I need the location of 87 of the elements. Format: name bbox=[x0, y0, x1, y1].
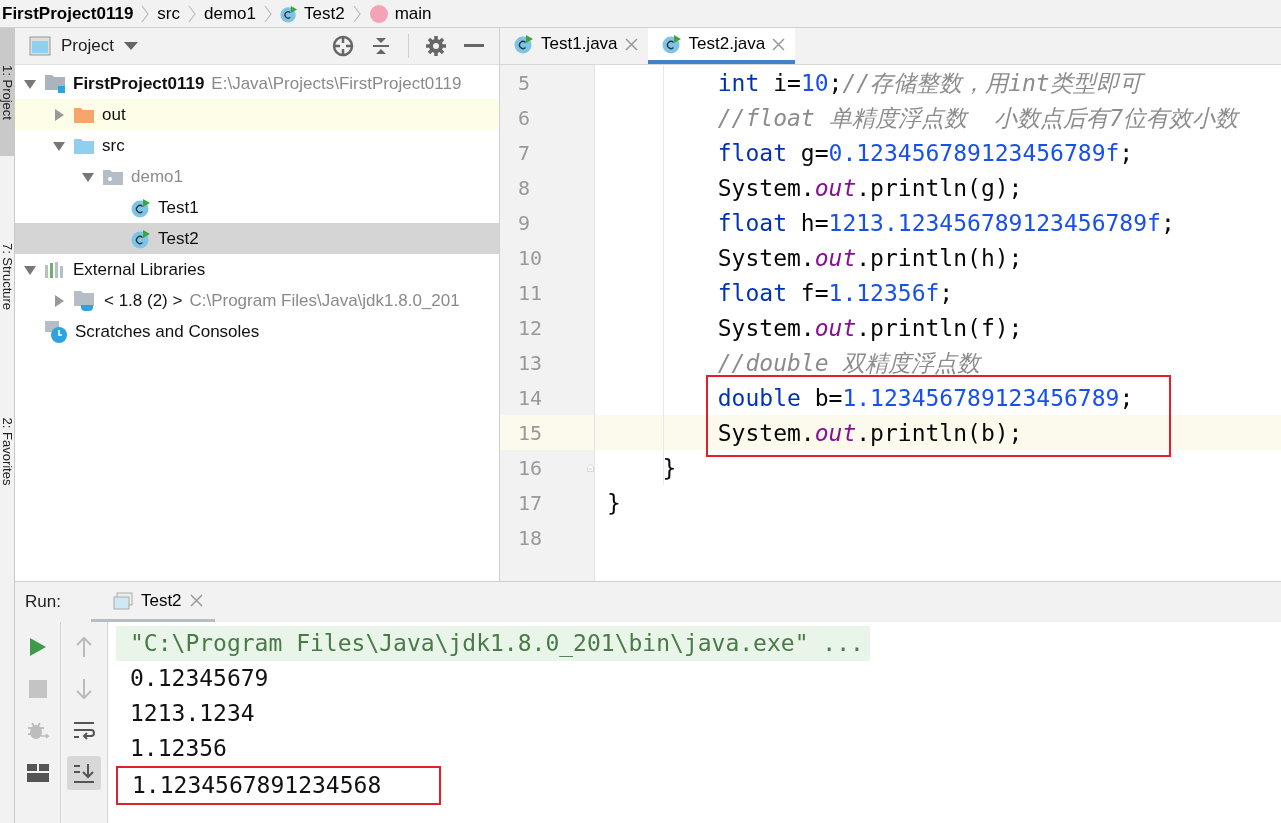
class-icon bbox=[514, 34, 534, 54]
tree-item-label: Test1 bbox=[158, 197, 199, 218]
line-number: 16 bbox=[517, 455, 544, 480]
tree-item[interactable]: FirstProject0119 E:\Java\Projects\FirstProject0119 bbox=[15, 68, 499, 99]
code-line: float f=1.12356f; bbox=[716, 278, 954, 308]
breadcrumb-item[interactable]: Test2 bbox=[280, 4, 345, 23]
libraries-icon bbox=[44, 260, 66, 279]
code-line: } bbox=[661, 453, 677, 483]
tree-item-label: out bbox=[102, 104, 126, 125]
console-icon bbox=[112, 591, 133, 610]
breadcrumb-item[interactable]: src bbox=[157, 4, 181, 23]
code-line: float g=0.123456789123456789f; bbox=[716, 138, 1134, 168]
class-icon bbox=[131, 197, 151, 218]
line-number: 12 bbox=[517, 315, 544, 340]
jdk-folder-icon bbox=[73, 289, 97, 312]
tool-window-tab[interactable]: 7: Structure bbox=[0, 216, 14, 336]
class-icon bbox=[280, 4, 298, 23]
line-number: 6 bbox=[517, 105, 532, 130]
run-label: Run: bbox=[25, 592, 61, 612]
line-number: 14 bbox=[517, 385, 544, 410]
code-line: System.out.println(h); bbox=[716, 243, 1023, 273]
scratches-icon bbox=[44, 319, 68, 344]
output-line: 1.12356 bbox=[129, 734, 228, 763]
project-view-dropdown[interactable]: Project bbox=[29, 36, 138, 56]
tree-item[interactable]: < 1.8 (2) > C:\Program Files\Java\jdk1.8.0_201 bbox=[15, 285, 499, 316]
tool-window-tab[interactable]: 2: Favorites bbox=[0, 396, 14, 506]
line-number: 13 bbox=[517, 350, 544, 375]
output-line: 1.1234567891234568 bbox=[131, 771, 383, 800]
class-icon bbox=[661, 34, 682, 54]
line-number: 5 bbox=[517, 70, 532, 95]
tree-item-label: External Libraries bbox=[73, 259, 206, 280]
folder-icon bbox=[73, 105, 95, 124]
code-line: System.out.println(f); bbox=[716, 313, 1023, 343]
editor-tab[interactable]: Test1.java bbox=[500, 28, 648, 64]
line-number: 15 bbox=[517, 420, 544, 445]
tree-item[interactable]: out bbox=[15, 99, 499, 130]
tree-item[interactable]: Scratches and Consoles bbox=[15, 316, 499, 347]
breadcrumb-item[interactable]: main bbox=[368, 4, 432, 23]
tree-item[interactable]: External Libraries bbox=[15, 254, 499, 285]
tree-item-label: Test2 bbox=[158, 228, 199, 249]
expand-arrow-icon[interactable] bbox=[52, 107, 66, 122]
tree-item[interactable]: Test2 bbox=[15, 223, 499, 254]
close-icon[interactable] bbox=[189, 594, 203, 607]
tree-item-label: < 1.8 (2) > bbox=[104, 290, 183, 311]
path-label: E:\Java\Projects\FirstProject0119 bbox=[211, 73, 462, 94]
line-number: 11 bbox=[517, 280, 544, 305]
code-line: } bbox=[606, 488, 621, 518]
line-number: 17 bbox=[517, 490, 544, 515]
editor-tab[interactable]: Test2.java bbox=[647, 28, 796, 64]
close-icon[interactable] bbox=[772, 37, 786, 51]
folder-icon bbox=[73, 136, 95, 155]
code-line: float h=1213.123456789123456789f; bbox=[716, 208, 1175, 238]
line-number: 9 bbox=[517, 210, 532, 235]
output-line: 0.12345679 bbox=[129, 664, 270, 693]
chevron-icon bbox=[264, 4, 272, 23]
method-icon bbox=[368, 4, 389, 23]
expand-arrow-icon[interactable] bbox=[52, 293, 66, 308]
scroll-to-end-icon[interactable] bbox=[67, 756, 101, 790]
tree-item-label: Scratches and Consoles bbox=[75, 321, 260, 342]
dropdown-caret-icon bbox=[123, 41, 138, 51]
folder-icon bbox=[44, 73, 66, 94]
breadcrumb-item[interactable]: demo1 bbox=[204, 4, 256, 23]
tree-item[interactable]: Test1 bbox=[15, 192, 499, 223]
line-number: 7 bbox=[517, 140, 532, 165]
tree-item-label: FirstProject0119 bbox=[73, 73, 205, 94]
code-line: //double 双精度浮点数 bbox=[716, 348, 981, 378]
breadcrumb-item[interactable]: FirstProject0119 bbox=[2, 4, 134, 23]
tree-item-label: src bbox=[102, 135, 125, 156]
tree-item-label: demo1 bbox=[131, 166, 183, 187]
code-line: System.out.println(b); bbox=[716, 418, 1023, 448]
code-line: System.out.println(g); bbox=[716, 173, 1023, 203]
class-icon bbox=[131, 228, 151, 249]
line-number: 10 bbox=[517, 245, 544, 270]
tree-item[interactable]: src bbox=[15, 130, 499, 161]
chevron-icon bbox=[352, 4, 361, 23]
window-icon bbox=[29, 36, 51, 56]
chevron-icon bbox=[141, 4, 150, 23]
path-label: C:\Program Files\Java\jdk1.8.0_201 bbox=[189, 290, 460, 311]
tool-window-tab[interactable]: 1: Project bbox=[0, 28, 14, 156]
line-number: 8 bbox=[517, 175, 532, 200]
code-line: //float 单精度浮点数 小数点后有7位有效小数 bbox=[716, 103, 1239, 133]
output-line: 1213.1234 bbox=[129, 699, 256, 728]
line-number: 18 bbox=[517, 525, 544, 550]
chevron-icon bbox=[188, 4, 197, 23]
package-icon bbox=[102, 167, 124, 186]
code-line: double b=1.123456789123456789; bbox=[716, 383, 1134, 413]
close-icon[interactable] bbox=[624, 37, 638, 51]
